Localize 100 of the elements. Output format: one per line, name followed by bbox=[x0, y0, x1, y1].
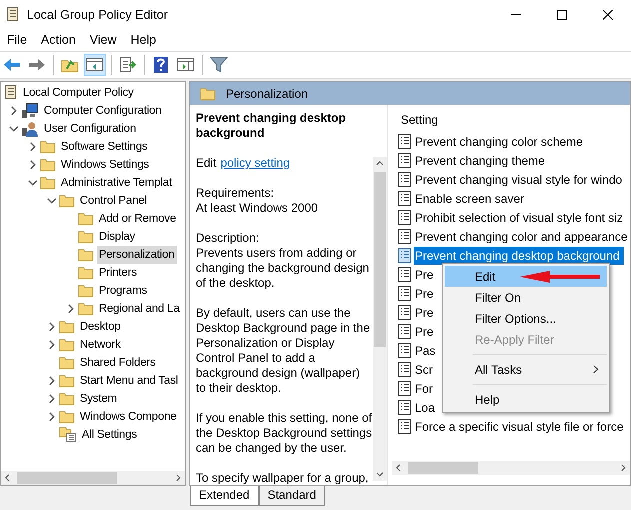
tree-item[interactable]: Network bbox=[78, 336, 123, 354]
setting-row[interactable]: Enable screen saver bbox=[414, 190, 528, 208]
horizontal-scrollbar[interactable] bbox=[392, 461, 630, 475]
folder-icon bbox=[59, 194, 75, 208]
forward-arrow-icon bbox=[28, 57, 46, 73]
setting-row[interactable]: Scr bbox=[414, 360, 437, 378]
settings-list-icon bbox=[59, 427, 77, 443]
tree-item[interactable]: Shared Folders bbox=[78, 354, 158, 372]
filter-icon bbox=[210, 56, 228, 74]
tree-item[interactable]: Windows Settings bbox=[59, 156, 152, 174]
tree-item[interactable]: All Settings bbox=[80, 426, 140, 444]
tree-item[interactable]: Administrative Templat bbox=[59, 174, 174, 192]
chevron-right-icon[interactable] bbox=[28, 142, 38, 152]
description-text: Requirements: bbox=[196, 186, 276, 201]
setting-row[interactable]: Pas bbox=[414, 342, 440, 360]
folder-icon bbox=[59, 338, 75, 352]
setting-row[interactable]: Pre bbox=[414, 322, 438, 340]
chevron-right-icon[interactable] bbox=[66, 304, 76, 314]
chevron-right-icon[interactable] bbox=[9, 106, 19, 116]
column-header[interactable]: Setting bbox=[392, 105, 630, 127]
chevron-down-icon[interactable] bbox=[28, 178, 38, 188]
tree-item[interactable]: Start Menu and Tasl bbox=[78, 372, 180, 390]
tree-item[interactable]: User Configuration bbox=[42, 120, 138, 138]
menu-item[interactable]: Action bbox=[34, 31, 83, 50]
tree-item[interactable]: Software Settings bbox=[59, 138, 150, 156]
app-icon bbox=[6, 7, 20, 23]
policy-setting-icon bbox=[398, 266, 412, 282]
context-menu-item[interactable]: All Tasks bbox=[445, 359, 607, 380]
tree-item[interactable]: Desktop bbox=[78, 318, 123, 336]
console-tree-icon bbox=[86, 57, 104, 73]
tree-item[interactable]: Printers bbox=[97, 264, 140, 282]
tree-item[interactable]: System bbox=[78, 390, 120, 408]
folder-icon bbox=[40, 140, 56, 154]
menu-item[interactable]: View bbox=[82, 31, 124, 50]
pane-title: Personalization bbox=[226, 86, 308, 102]
context-menu-item[interactable]: Filter Options... bbox=[445, 308, 607, 329]
setting-row[interactable]: Prevent changing color scheme bbox=[414, 132, 588, 150]
tree-item[interactable]: Computer Configuration bbox=[42, 102, 164, 120]
policy-setting-icon bbox=[398, 134, 412, 150]
chevron-right-icon[interactable] bbox=[28, 160, 38, 170]
tree-item[interactable]: Programs bbox=[97, 282, 150, 300]
chevron-right-icon[interactable] bbox=[47, 340, 57, 350]
context-menu-item[interactable]: Help bbox=[445, 389, 607, 410]
view-tab[interactable]: Extended bbox=[190, 486, 259, 506]
tree-item[interactable]: Personalization bbox=[97, 246, 177, 264]
policy-setting-icon bbox=[398, 304, 412, 320]
folder-icon bbox=[78, 212, 94, 226]
vertical-scrollbar[interactable] bbox=[373, 157, 387, 481]
export-list-icon bbox=[119, 57, 137, 73]
maximize-icon[interactable] bbox=[557, 10, 567, 20]
policy-setting-link[interactable]: policy setting bbox=[220, 156, 290, 171]
window-title: Local Group Policy Editor bbox=[27, 6, 168, 24]
chevron-right-icon[interactable] bbox=[47, 322, 57, 332]
folder-icon bbox=[59, 410, 75, 424]
setting-row[interactable]: Prohibit selection of visual style font siz bbox=[414, 208, 628, 226]
folder-icon bbox=[59, 320, 75, 334]
tree-item[interactable]: Display bbox=[97, 228, 138, 246]
tree-item[interactable]: Local Computer Policy bbox=[21, 84, 136, 102]
setting-row[interactable]: Pre bbox=[414, 284, 438, 302]
horizontal-scrollbar[interactable] bbox=[1, 471, 185, 485]
description-text: At least Windows 2000 bbox=[196, 201, 320, 216]
menu-item[interactable]: Help bbox=[124, 31, 164, 50]
context-menu-item[interactable]: Filter On bbox=[445, 287, 607, 308]
chevron-down-icon[interactable] bbox=[9, 124, 19, 134]
setting-row[interactable]: Prevent changing color and appearance bbox=[414, 228, 630, 246]
tree-item[interactable]: Add or Remove bbox=[97, 210, 178, 228]
policy-title: Prevent changing desktop background bbox=[196, 111, 348, 141]
setting-row[interactable]: Prevent changing visual style for windo bbox=[414, 170, 626, 188]
toolbar-button[interactable] bbox=[84, 54, 106, 76]
menu-item[interactable]: File bbox=[0, 31, 34, 50]
folder-icon bbox=[78, 284, 94, 298]
close-icon[interactable] bbox=[603, 10, 613, 20]
setting-row[interactable]: Pre bbox=[414, 304, 438, 322]
tree-item[interactable]: Windows Compone bbox=[78, 408, 179, 426]
tree-item[interactable]: Regional and La bbox=[97, 300, 182, 318]
setting-row[interactable]: Prevent changing theme bbox=[414, 152, 550, 170]
folder-icon bbox=[78, 248, 94, 262]
edit-label: Edit bbox=[196, 156, 217, 171]
setting-row[interactable]: Force a specific visual style file or force bbox=[414, 418, 628, 436]
folder-icon bbox=[59, 392, 75, 406]
view-tab[interactable]: Standard bbox=[258, 486, 326, 506]
setting-row[interactable]: For bbox=[414, 380, 437, 398]
setting-row[interactable]: Pre bbox=[414, 266, 438, 284]
policy-setting-icon bbox=[398, 400, 412, 416]
description-text: If you enable this setting, none of the Desktop Background settings can be changed by the user. bbox=[196, 411, 373, 456]
policy-setting-icon bbox=[398, 152, 412, 168]
tree-item[interactable]: Control Panel bbox=[78, 192, 150, 210]
setting-row[interactable]: Prevent changing desktop background bbox=[414, 246, 624, 264]
setting-row[interactable]: Loa bbox=[414, 398, 440, 416]
chevron-right-icon[interactable] bbox=[47, 412, 57, 422]
user-icon bbox=[21, 121, 39, 137]
chevron-down-icon[interactable] bbox=[47, 196, 57, 206]
policy-setting-icon bbox=[398, 342, 412, 358]
chevron-right-icon[interactable] bbox=[47, 376, 57, 386]
policy-setting-icon bbox=[398, 248, 412, 264]
description-text: Prevents users from adding or changing the background design of the desktop. bbox=[196, 246, 370, 291]
help-icon bbox=[153, 56, 169, 74]
policy-setting-icon bbox=[398, 228, 412, 244]
policy-setting-icon bbox=[398, 172, 412, 188]
chevron-right-icon[interactable] bbox=[47, 394, 57, 404]
